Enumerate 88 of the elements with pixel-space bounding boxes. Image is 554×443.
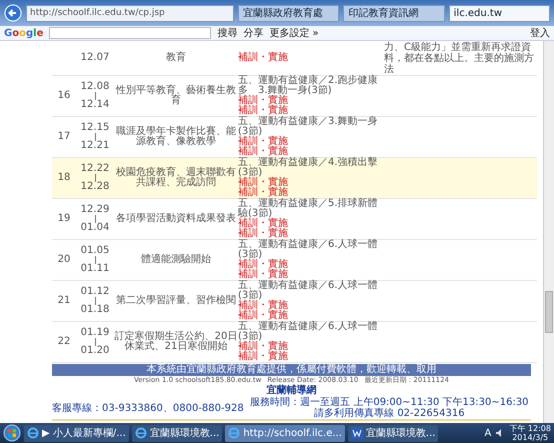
address-field[interactable]: http://schoolf.ilc.edu.tw/cp.jsp	[26, 4, 234, 22]
range-separator	[94, 133, 96, 141]
status-label: 補訓・實施	[238, 260, 289, 270]
start-date: 01.12	[80, 287, 110, 297]
browser-tab[interactable]: 印記教育資訊網	[343, 4, 445, 22]
taskbar-item[interactable]: 宜蘭縣環境教...	[348, 424, 438, 442]
week-cell-text: 21	[56, 296, 72, 306]
back-button[interactable]	[4, 4, 22, 22]
status-label: 補訓・實施	[238, 96, 289, 106]
end-date: 01.11	[80, 264, 110, 274]
week-cell-text: 22	[56, 337, 72, 347]
topic-cell-text: 職涯及學年卡製作比賽、能源教育、像教教學	[115, 127, 237, 147]
range-separator	[94, 174, 96, 182]
end-date: 01.20	[80, 346, 110, 356]
end-date: 12.14	[80, 100, 110, 110]
hotline-text: 客服專線：03-9333860、0800-880-928	[52, 402, 244, 414]
status-label: 補訓・實施	[238, 53, 289, 63]
status-label: 補訓・實施	[238, 342, 289, 352]
topic-cell-text: 性別平等教育、藝術養生教育	[114, 86, 237, 106]
site-name: 宜蘭輔導網	[266, 385, 316, 396]
document-icon	[350, 427, 363, 439]
start-date: 12.29	[80, 205, 110, 215]
topic-cell-text: 校園危疫教育、週末聯歡有共課程、完成訪問	[115, 168, 237, 188]
status-label: 補訓・實施	[238, 219, 289, 229]
toolbar-button[interactable]: 搜尋	[217, 26, 238, 40]
status-label: 補訓・實施	[238, 301, 289, 311]
range-separator	[94, 256, 96, 264]
end-date: 12.21	[80, 141, 110, 151]
range-separator	[94, 297, 96, 305]
status-label: 補訓・實施	[238, 311, 289, 321]
start-button[interactable]	[3, 424, 21, 442]
status-label: 補訓・實施	[238, 106, 289, 116]
toolbar-button[interactable]: 分享	[243, 26, 264, 40]
week-cell-text: 16	[56, 91, 72, 101]
status-label: 補訓・實施	[238, 352, 289, 362]
end-date: 12.28	[80, 182, 110, 192]
browser-tab[interactable]: 宜蘭縣政府教育處	[238, 4, 340, 22]
input-method[interactable]: A	[484, 428, 492, 438]
status-label: 補訓・實施	[238, 270, 289, 280]
week-cell-text: 20	[56, 255, 72, 265]
clock[interactable]: 下午 12:08 2014/3/5	[509, 424, 551, 442]
end-date: 01.18	[80, 305, 110, 315]
status-label: 補訓・實施	[238, 178, 289, 188]
footer-banner: 本系統由宜蘭縣政府教育處提供，係屬付費軟體，歡迎轉載、取用	[52, 364, 531, 376]
week-cell-text: 19	[56, 214, 72, 224]
activity-text: 五、運動有益健康／6.人球一體(3節)	[238, 240, 378, 260]
signin-button[interactable]: 登入	[530, 26, 550, 40]
activity-text: 五、運動有益健康／3.舞動一身(3節)	[238, 117, 378, 137]
range-separator	[94, 338, 96, 346]
browser-tab[interactable]: ilc.edu.tw	[448, 4, 550, 22]
google-logo: Google	[4, 28, 44, 38]
week-cell-text: 18	[56, 173, 72, 183]
activity-text: 五、運動有益健康／6.人球一體(3節)	[238, 281, 378, 301]
range-separator	[94, 215, 96, 223]
activity-text: 五、運動有益健康／4.強積出擊(3節)	[238, 158, 378, 178]
hours-text: 服務時間：週一至週五 上午09:00~11:30 下午13:30~16:30 請多利用傳真專線 02-22654316	[249, 397, 530, 419]
status-label: 補訓・實施	[238, 188, 289, 198]
topic-cell-text: 各項學習活動資料成果發表	[115, 214, 237, 224]
browser-icon	[134, 427, 147, 439]
search-field[interactable]	[49, 27, 212, 39]
status-label: 補訓・實施	[238, 229, 289, 239]
taskbar-item[interactable]: http://schoolf.ilc.e...	[225, 424, 345, 442]
start-date: 12.15	[80, 123, 110, 133]
end-date: 01.04	[80, 223, 110, 233]
toolbar-button[interactable]: 更多設定 »	[269, 26, 319, 40]
browser-icon	[27, 427, 39, 439]
browser-icon	[228, 427, 240, 439]
taskbar-item[interactable]: 宜蘭縣環境教...	[132, 424, 222, 442]
activity-text: 五、運動有益健康／6.人球一體(3節)	[238, 322, 378, 342]
start-date: 12.22	[80, 164, 110, 174]
topic-cell-text: 體適能測驗開始	[140, 255, 212, 265]
week-cell-text: 17	[56, 132, 72, 142]
start-date: 01.05	[80, 246, 110, 256]
date-cell-text: 12.07	[80, 53, 110, 63]
status-label: 補訓・實施	[238, 137, 289, 147]
taskbar-item[interactable]: ▶ 小人最新專欄/...	[24, 424, 129, 442]
start-date: 01.19	[80, 328, 110, 338]
note-cell-text: 力、C級能力」並需重新再求證資料，都在各點以上。主要的施測方法	[383, 41, 535, 75]
topic-cell-text: 第二次學習評量、習作檢閱	[115, 296, 237, 306]
start-date: 12.08	[80, 82, 110, 92]
activity-text: 五、運動有益健康／5.排球新體驗(3節)	[238, 199, 378, 219]
activity-text: 五、運動有益健康／2.跑步健康多 3.舞動一身(3節)	[238, 76, 378, 96]
topic-cell-text: 教育	[165, 53, 187, 63]
scroll-thumb[interactable]	[545, 291, 553, 333]
topic-cell: 訂定寒假期生活公約、20日休業式、21日寒假開始	[114, 332, 238, 352]
scrollbar[interactable]	[543, 41, 554, 423]
status-label: 補訓・實施	[238, 147, 289, 157]
range-separator	[94, 92, 96, 100]
